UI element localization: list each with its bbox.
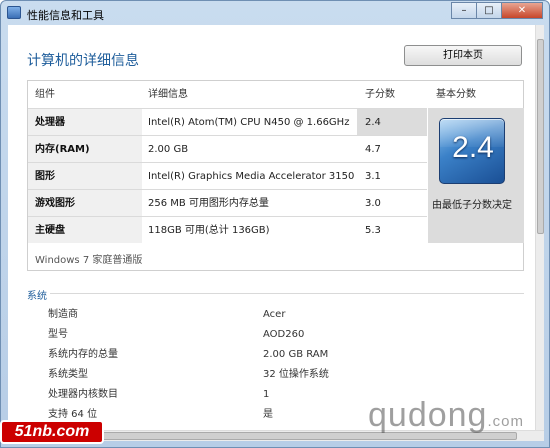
- client-area: 计算机的详细信息 打印本页 组件 详细信息 子分数 基本分数 处理器 Intel…: [8, 25, 544, 441]
- print-button[interactable]: 打印本页: [404, 45, 522, 66]
- watermark-qudong-logo: qudong.com: [368, 396, 524, 435]
- row-subscore: 4.7: [357, 135, 427, 162]
- base-score-value: 2.4: [452, 131, 494, 164]
- vertical-scrollbar[interactable]: [535, 25, 544, 433]
- header-subscore: 子分数: [365, 89, 395, 100]
- system-row: 制造商 Acer: [8, 305, 528, 325]
- system-label: 处理器内核数目: [48, 389, 118, 400]
- row-component: 处理器: [28, 108, 142, 135]
- window-frame: 性能信息和工具 – □ ✕ 计算机的详细信息 打印本页 组件 详细信息 子分数 …: [0, 0, 550, 448]
- system-value: 2.00 GB RAM: [263, 349, 329, 360]
- window-controls: – □ ✕: [451, 2, 543, 19]
- maximize-button[interactable]: □: [476, 2, 502, 19]
- header-details: 详细信息: [148, 89, 188, 100]
- header-basescore: 基本分数: [436, 89, 476, 100]
- row-subscore: 3.1: [357, 162, 427, 189]
- row-component: 游戏图形: [28, 189, 142, 216]
- windows-edition: Windows 7 家庭普通版: [35, 255, 143, 266]
- watermark-main: qudong: [368, 396, 488, 434]
- title-bar[interactable]: 性能信息和工具 – □ ✕: [1, 1, 549, 25]
- system-row: 系统类型 32 位操作系统: [8, 365, 528, 385]
- system-label: 系统内存的总量: [48, 349, 118, 360]
- system-row: 型号 AOD260: [8, 325, 528, 345]
- system-value: 32 位操作系统: [263, 369, 329, 380]
- app-icon: [7, 6, 21, 19]
- base-score-panel: 2.4 由最低子分数决定: [428, 108, 524, 243]
- score-table: 组件 详细信息 子分数 基本分数 处理器 Intel(R) Atom(TM) C…: [27, 80, 524, 271]
- system-row: 系统内存的总量 2.00 GB RAM: [8, 345, 528, 365]
- watermark-suffix: .com: [487, 413, 524, 430]
- row-component: 内存(RAM): [28, 135, 142, 162]
- row-details: Intel(R) Atom(TM) CPU N450 @ 1.66GHz: [142, 108, 357, 135]
- system-value: 是: [263, 409, 273, 420]
- system-section-title: 系统: [27, 291, 47, 302]
- base-score-caption: 由最低子分数决定: [432, 200, 512, 211]
- row-component: 图形: [28, 162, 142, 189]
- row-details: 256 MB 可用图形内存总量: [142, 189, 357, 216]
- row-component: 主硬盘: [28, 216, 142, 243]
- close-button[interactable]: ✕: [501, 2, 543, 19]
- system-value: AOD260: [263, 329, 305, 340]
- row-subscore: 2.4: [357, 108, 427, 135]
- system-label: 制造商: [48, 309, 78, 320]
- header-component: 组件: [35, 89, 55, 100]
- row-subscore: 3.0: [357, 189, 427, 216]
- row-details: 118GB 可用(总计 136GB): [142, 216, 357, 243]
- row-details: 2.00 GB: [142, 135, 357, 162]
- row-details: Intel(R) Graphics Media Accelerator 3150: [142, 162, 357, 189]
- minimize-button[interactable]: –: [451, 2, 477, 19]
- section-divider: [50, 293, 524, 294]
- windows-score-badge-icon: 2.4: [439, 118, 505, 184]
- watermark-51nb-logo: 51nb.com: [0, 420, 104, 444]
- system-label: 型号: [48, 329, 68, 340]
- row-subscore: 5.3: [357, 216, 427, 243]
- page-title: 计算机的详细信息: [27, 53, 139, 69]
- window-title: 性能信息和工具: [27, 9, 104, 22]
- vertical-scroll-thumb[interactable]: [537, 39, 544, 234]
- system-value: 1: [263, 389, 270, 400]
- system-value: Acer: [263, 309, 286, 320]
- system-label: 系统类型: [48, 369, 88, 380]
